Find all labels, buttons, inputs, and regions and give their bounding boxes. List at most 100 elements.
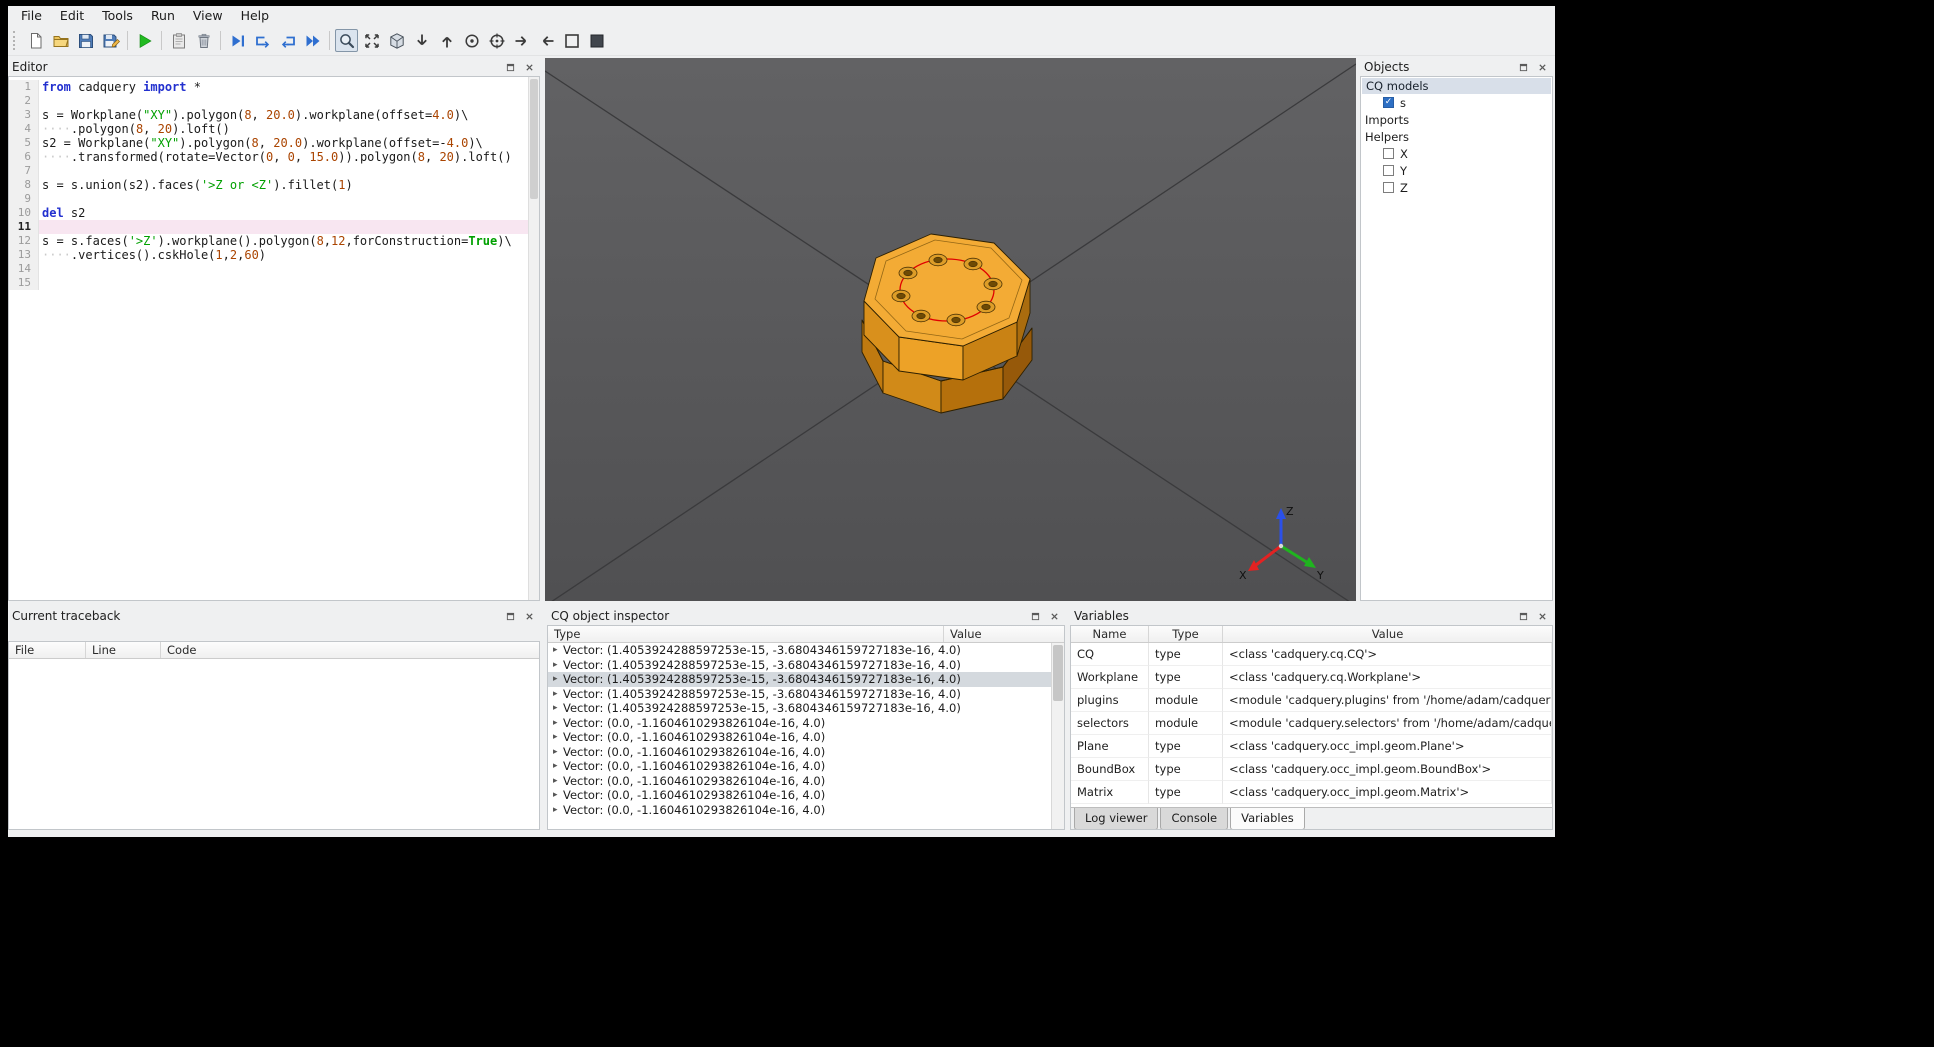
inspector-row[interactable]: ▸ Vector: (1.4053924288597253e-15, -3.680… bbox=[548, 658, 1051, 673]
step-over-icon[interactable] bbox=[251, 29, 274, 52]
code-line[interactable]: 7 bbox=[9, 164, 539, 178]
open-folder-icon[interactable] bbox=[49, 29, 72, 52]
menu-tools[interactable]: Tools bbox=[93, 6, 142, 26]
expand-caret-icon[interactable]: ▸ bbox=[553, 732, 563, 742]
inspector-row[interactable]: ▸ Vector: (1.4053924288597253e-15, -3.680… bbox=[548, 672, 1051, 687]
code-editor[interactable]: 1 from cadquery import * 2 3 s = Workplane("… bbox=[8, 76, 540, 601]
column-header-name[interactable]: Name bbox=[1071, 626, 1149, 642]
variable-row[interactable]: selectors module <module 'cadquery.selecto… bbox=[1071, 712, 1552, 735]
menu-view[interactable]: View bbox=[184, 6, 232, 26]
float-panel-icon[interactable] bbox=[1516, 609, 1530, 623]
expand-caret-icon[interactable]: ▸ bbox=[553, 805, 563, 815]
tree-item-imports[interactable]: Imports bbox=[1361, 111, 1552, 128]
tree-group-cq-models[interactable]: CQ models bbox=[1362, 78, 1551, 94]
code-line[interactable]: 10 del s2 bbox=[9, 206, 539, 220]
code-line[interactable]: 3s = Workplane("XY").polygon(8, 20.0).wo… bbox=[9, 108, 539, 122]
code-line[interactable]: 15 bbox=[9, 276, 539, 290]
clipboard-icon[interactable] bbox=[167, 29, 190, 52]
arrow-down-icon[interactable] bbox=[410, 29, 433, 52]
inspector-row[interactable]: ▸ Vector: (0.0, -1.1604610293826104e-16, … bbox=[548, 788, 1051, 803]
shaded-icon[interactable] bbox=[585, 29, 608, 52]
record-icon[interactable] bbox=[485, 29, 508, 52]
expand-caret-icon[interactable]: ▸ bbox=[553, 660, 563, 670]
float-panel-icon[interactable] bbox=[503, 609, 517, 623]
tree-item-helper-y[interactable]: Y bbox=[1361, 162, 1552, 179]
inspector-row[interactable]: ▸ Vector: (1.4053924288597253e-15, -3.680… bbox=[548, 687, 1051, 702]
code-line[interactable]: 9 bbox=[9, 192, 539, 206]
viewport-canvas[interactable]: Z Y X bbox=[545, 58, 1356, 601]
expand-caret-icon[interactable]: ▸ bbox=[553, 703, 563, 713]
model-octagon-part[interactable] bbox=[861, 233, 1033, 414]
menu-edit[interactable]: Edit bbox=[51, 6, 93, 26]
new-file-icon[interactable] bbox=[24, 29, 47, 52]
toolbar-handle[interactable] bbox=[13, 31, 18, 50]
zoom-icon[interactable] bbox=[335, 29, 358, 52]
code-line[interactable]: 12 s = s.faces('>Z').workplane().polygon(… bbox=[9, 234, 539, 248]
column-header-code[interactable]: Code bbox=[161, 642, 539, 658]
editor-scrollbar-handle[interactable] bbox=[530, 79, 538, 199]
code-line[interactable]: 4 ····.polygon(8, 20).loft() bbox=[9, 122, 539, 136]
save-as-icon[interactable] bbox=[99, 29, 122, 52]
variable-row[interactable]: Matrix type <class 'cadquery.occ_impl.geom… bbox=[1071, 781, 1552, 804]
float-panel-icon[interactable] bbox=[1516, 60, 1530, 74]
editor-scrollbar[interactable] bbox=[528, 77, 539, 600]
fit-view-icon[interactable] bbox=[360, 29, 383, 52]
code-line[interactable]: 1 from cadquery import * bbox=[9, 80, 539, 94]
tree-item-helpers[interactable]: Helpers bbox=[1361, 128, 1552, 145]
arrow-left-icon[interactable] bbox=[535, 29, 558, 52]
close-panel-icon[interactable] bbox=[522, 60, 536, 74]
arrow-right-icon[interactable] bbox=[510, 29, 533, 52]
variable-row[interactable]: plugins module <module 'cadquery.plugins' … bbox=[1071, 689, 1552, 712]
debug-icon[interactable] bbox=[226, 29, 249, 52]
float-panel-icon[interactable] bbox=[503, 60, 517, 74]
expand-caret-icon[interactable]: ▸ bbox=[553, 761, 563, 771]
expand-caret-icon[interactable]: ▸ bbox=[553, 790, 563, 800]
variable-row[interactable]: Workplane type <class 'cadquery.cq.Workpla… bbox=[1071, 666, 1552, 689]
run-icon[interactable] bbox=[133, 29, 156, 52]
expand-caret-icon[interactable]: ▸ bbox=[553, 776, 563, 786]
menu-file[interactable]: File bbox=[12, 6, 51, 26]
tree-item-s[interactable]: ✓ s bbox=[1361, 94, 1552, 111]
tab-variables[interactable]: Variables bbox=[1230, 808, 1305, 829]
checkbox-y[interactable] bbox=[1383, 165, 1394, 176]
tree-item-helper-x[interactable]: X bbox=[1361, 145, 1552, 162]
arrow-up-icon[interactable] bbox=[435, 29, 458, 52]
inspector-row[interactable]: ▸ Vector: (0.0, -1.1604610293826104e-16, … bbox=[548, 730, 1051, 745]
code-line[interactable]: 5 s2 = Workplane("XY").polygon(8, 20.0).w… bbox=[9, 136, 539, 150]
close-panel-icon[interactable] bbox=[1047, 609, 1061, 623]
column-header-file[interactable]: File bbox=[9, 642, 86, 658]
variable-row[interactable]: Plane type <class 'cadquery.occ_impl.geom.… bbox=[1071, 735, 1552, 758]
inspector-row[interactable]: ▸ Vector: (1.4053924288597253e-15, -3.680… bbox=[548, 701, 1051, 716]
continue-icon[interactable] bbox=[301, 29, 324, 52]
iso-view-icon[interactable] bbox=[385, 29, 408, 52]
column-header-value[interactable]: Value bbox=[1223, 626, 1552, 642]
expand-caret-icon[interactable]: ▸ bbox=[553, 747, 563, 757]
checkbox-x[interactable] bbox=[1383, 148, 1394, 159]
close-panel-icon[interactable] bbox=[1535, 60, 1549, 74]
inspector-row[interactable]: ▸ Vector: (0.0, -1.1604610293826104e-16, … bbox=[548, 774, 1051, 789]
tree-item-helper-z[interactable]: Z bbox=[1361, 179, 1552, 196]
checkbox-s[interactable]: ✓ bbox=[1383, 97, 1394, 108]
inspector-row[interactable]: ▸ Vector: (0.0, -1.1604610293826104e-16, … bbox=[548, 759, 1051, 774]
column-header-type[interactable]: Type bbox=[548, 626, 944, 642]
wireframe-icon[interactable] bbox=[560, 29, 583, 52]
code-line[interactable]: 14 bbox=[9, 262, 539, 276]
column-header-value[interactable]: Value bbox=[944, 626, 1064, 642]
save-icon[interactable] bbox=[74, 29, 97, 52]
trash-icon[interactable] bbox=[192, 29, 215, 52]
target-icon[interactable] bbox=[460, 29, 483, 52]
expand-caret-icon[interactable]: ▸ bbox=[553, 674, 563, 684]
code-line[interactable]: 2 bbox=[9, 94, 539, 108]
inspector-row[interactable]: ▸ Vector: (0.0, -1.1604610293826104e-16, … bbox=[548, 803, 1051, 818]
inspector-row[interactable]: ▸ Vector: (1.4053924288597253e-15, -3.680… bbox=[548, 643, 1051, 658]
close-panel-icon[interactable] bbox=[1535, 609, 1549, 623]
variable-row[interactable]: CQ type <class 'cadquery.cq.CQ'> bbox=[1071, 643, 1552, 666]
menu-help[interactable]: Help bbox=[232, 6, 279, 26]
close-panel-icon[interactable] bbox=[522, 609, 536, 623]
variable-row[interactable]: BoundBox type <class 'cadquery.occ_impl.ge… bbox=[1071, 758, 1552, 781]
column-header-line[interactable]: Line bbox=[86, 642, 161, 658]
inspector-row[interactable]: ▸ Vector: (0.0, -1.1604610293826104e-16, … bbox=[548, 716, 1051, 731]
inspector-scrollbar[interactable] bbox=[1051, 643, 1064, 829]
checkbox-z[interactable] bbox=[1383, 182, 1394, 193]
float-panel-icon[interactable] bbox=[1028, 609, 1042, 623]
